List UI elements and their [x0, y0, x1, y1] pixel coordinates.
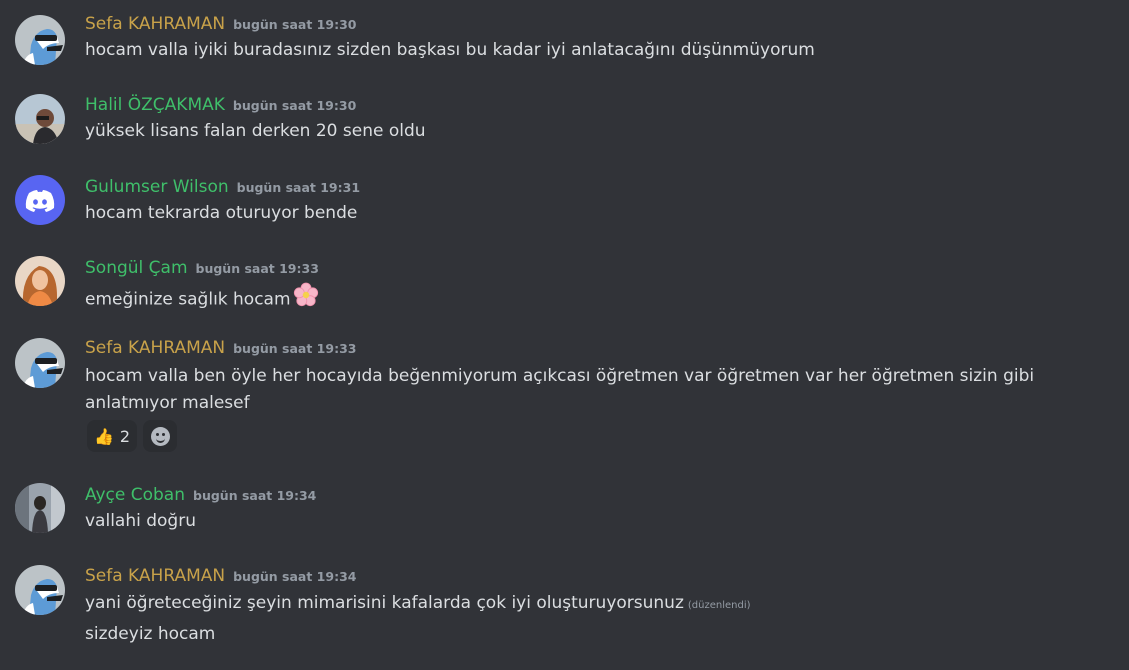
- woman-street-photo-avatar-icon: [15, 483, 65, 533]
- author-name[interactable]: Sefa KAHRAMAN: [85, 566, 225, 586]
- bird-avatar-icon: [15, 565, 65, 615]
- message-text: hocam tekrarda oturuyor bende: [85, 203, 358, 223]
- man-photo-avatar-icon: [15, 94, 65, 144]
- message-text: sizdeyiz hocam: [85, 624, 216, 644]
- message-text: emeğinize sağlık hocam: [85, 289, 291, 310]
- author-name[interactable]: Gulumser Wilson: [85, 177, 229, 197]
- reaction-count: 2: [119, 426, 131, 446]
- reactions-bar: 👍 2: [87, 420, 178, 452]
- author-name[interactable]: Sefa KAHRAMAN: [85, 338, 225, 358]
- message-text: yüksek lisans falan derken 20 sene oldu: [85, 121, 426, 141]
- thumbs-up-icon: 👍: [94, 426, 114, 446]
- bird-avatar-icon: [15, 15, 65, 65]
- timestamp: bugün saat 19:34: [193, 488, 317, 503]
- avatar[interactable]: [15, 338, 65, 388]
- timestamp: bugün saat 19:30: [233, 17, 357, 32]
- avatar[interactable]: [15, 483, 65, 533]
- timestamp: bugün saat 19:33: [195, 261, 319, 276]
- add-reaction-button[interactable]: [143, 420, 178, 452]
- reaction-thumbs-up[interactable]: 👍 2: [87, 420, 138, 452]
- message-text: hocam valla iyiki buradasınız sizden baş…: [85, 40, 815, 60]
- timestamp: bugün saat 19:30: [232, 98, 357, 113]
- message-text: vallahi doğru: [85, 511, 196, 531]
- avatar[interactable]: [15, 565, 65, 615]
- avatar[interactable]: [15, 15, 65, 65]
- author-name[interactable]: Songül Çam: [85, 258, 188, 278]
- bird-avatar-icon: [15, 338, 65, 388]
- timestamp: bugün saat 19:33: [233, 341, 357, 356]
- discord-logo-icon: [15, 175, 65, 225]
- edited-label: (düzenlendi): [687, 600, 751, 611]
- add-reaction-icon: [150, 426, 170, 446]
- timestamp: bugün saat 19:34: [233, 569, 357, 584]
- timestamp: bugün saat 19:31: [236, 180, 361, 195]
- avatar[interactable]: [15, 256, 65, 306]
- message-text: hocam valla ben öyle her hocayıda beğenm…: [85, 366, 1035, 413]
- author-name[interactable]: Sefa KAHRAMAN: [85, 14, 225, 34]
- cherry-blossom-icon: [292, 281, 320, 318]
- message-text: yani öğreteceğiniz şeyin mimarisini kafa…: [85, 593, 684, 613]
- author-name[interactable]: Halil ÖZÇAKMAK: [85, 95, 225, 115]
- author-name[interactable]: Ayçe Coban: [85, 485, 185, 505]
- avatar[interactable]: [15, 94, 65, 144]
- avatar[interactable]: [15, 175, 65, 225]
- woman-photo-avatar-icon: [15, 256, 65, 306]
